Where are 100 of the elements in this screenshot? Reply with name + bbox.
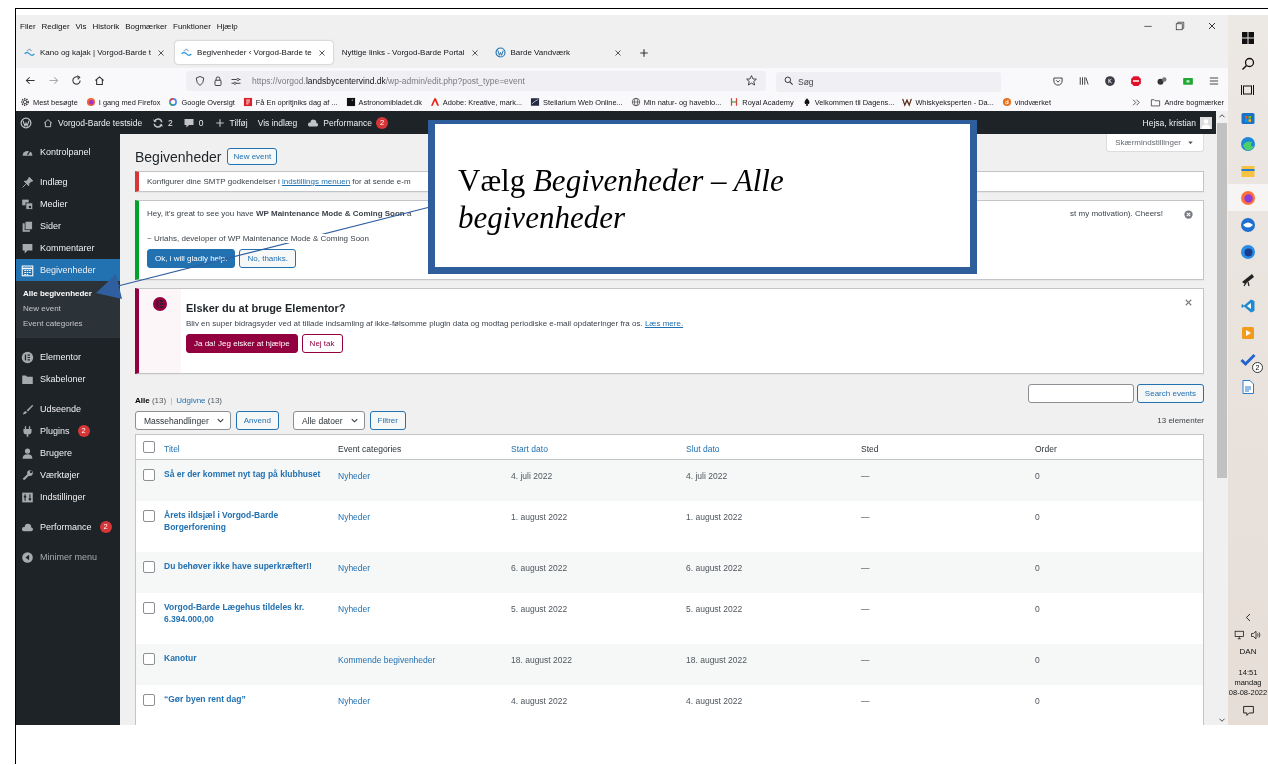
plus-icon[interactable] [637, 46, 650, 59]
menu-item[interactable]: Hjælp [216, 21, 238, 31]
scroll-thumb[interactable] [1217, 123, 1227, 478]
circle-icon[interactable] [1001, 97, 1012, 107]
search-field[interactable]: Søg [776, 71, 1001, 92]
browser-tab[interactable]: Begivenheder ‹ Vorgod-Barde te [175, 41, 333, 64]
gear-icon[interactable] [20, 97, 30, 107]
sidebar-item[interactable]: Elementor [16, 346, 120, 368]
checkbox[interactable] [143, 469, 155, 481]
category-link[interactable]: Nyheder [338, 471, 371, 481]
sidebar-item[interactable]: Udseende [16, 398, 120, 420]
checkbox[interactable] [143, 510, 155, 522]
submenu-item[interactable]: Event categories [21, 316, 85, 331]
menu-item[interactable]: Bogmærker [125, 21, 167, 31]
close-icon[interactable] [612, 47, 623, 58]
checkbox[interactable] [143, 602, 155, 614]
account-link[interactable]: Hejsa, kristian [1142, 117, 1196, 128]
bars-icon[interactable] [729, 97, 740, 107]
filter-link[interactable]: Alle (13) [135, 396, 167, 405]
star-icon[interactable] [745, 74, 758, 87]
plus-icon[interactable] [213, 116, 226, 129]
menu-item[interactable]: Vis [75, 21, 87, 31]
close-icon[interactable] [1206, 20, 1218, 32]
sidebar-item[interactable]: Sider [16, 215, 120, 237]
event-title-link[interactable]: Så er der kommet nyt tag på klubhuset [164, 468, 328, 480]
new-link[interactable]: Tilføj [229, 117, 248, 128]
double-chevron-icon[interactable] [1131, 96, 1143, 108]
avatar-icon[interactable] [1200, 116, 1212, 129]
add-new-button[interactable]: New event [227, 148, 278, 165]
category-link[interactable]: Nyheder [338, 563, 371, 573]
sidebar-item[interactable]: Kommentarer [16, 237, 120, 259]
dropdown[interactable]: Massehandlinger [135, 411, 231, 430]
search-field[interactable] [1027, 384, 1134, 403]
speaker-icon[interactable] [1250, 629, 1262, 641]
checkbox[interactable] [143, 441, 155, 453]
column-header[interactable]: Slut dato [686, 444, 720, 454]
browser-tab[interactable]: Barde Vandværk [488, 41, 629, 64]
notification-icon[interactable] [1241, 704, 1255, 717]
home-icon[interactable] [93, 74, 106, 87]
close-icon[interactable] [156, 47, 167, 58]
category-link[interactable]: Nyheder [338, 512, 371, 522]
menu-item[interactable]: Funktioner [173, 21, 211, 31]
close-icon[interactable] [316, 47, 327, 58]
refresh-icon[interactable] [152, 116, 165, 129]
pocket-icon[interactable] [1052, 74, 1064, 87]
colored-ring-icon[interactable] [168, 97, 179, 107]
square-icon[interactable] [530, 97, 541, 107]
event-title-link[interactable]: Årets ildsjæl i Vorgod-Barde Borgerforening [164, 509, 328, 533]
dismiss-icon[interactable] [1183, 209, 1194, 220]
sidebar-item[interactable]: Medier [16, 193, 120, 215]
scrollbar[interactable] [1216, 111, 1228, 725]
decline-button[interactable]: No, thanks. [239, 249, 296, 268]
speech-bubble-icon[interactable] [182, 116, 195, 129]
sidebar-item[interactable]: Kontrolpanel [16, 141, 120, 163]
zigzag-icon[interactable] [902, 97, 913, 107]
sidebar-item[interactable]: Indstillinger [16, 486, 120, 508]
extension-icon[interactable] [1156, 74, 1168, 87]
menu-item[interactable]: Filer [20, 21, 36, 31]
sidebar-item[interactable]: Skabeloner [16, 368, 120, 390]
column-header[interactable]: Titel [164, 444, 180, 454]
link[interactable]: Læs mere. [644, 319, 684, 328]
sidebar-item[interactable]: Værktøjer [16, 464, 120, 486]
language-indicator[interactable]: DAN [1239, 647, 1257, 656]
close-icon[interactable] [469, 47, 480, 58]
reload-icon[interactable] [70, 74, 83, 87]
menu-item[interactable]: Rediger [41, 21, 70, 31]
dismiss-icon[interactable] [1183, 297, 1194, 308]
stop-sign-icon[interactable] [1130, 74, 1142, 87]
category-link[interactable]: Nyheder [338, 696, 371, 706]
category-link[interactable]: Kommende begivenheder [338, 655, 436, 665]
column-header[interactable]: Start dato [511, 444, 548, 454]
square-icon[interactable] [345, 97, 356, 107]
menu-item[interactable]: Historik [92, 21, 120, 31]
category-link[interactable]: Nyheder [338, 604, 371, 614]
event-title-link[interactable]: “Gør byen rent dag” [164, 693, 328, 705]
logo-icon[interactable] [20, 116, 32, 129]
event-title-link[interactable]: Du behøver ikke have superkræfter!! [164, 560, 328, 572]
event-title-link[interactable]: Kanotur [164, 652, 328, 664]
home-icon[interactable] [42, 116, 54, 129]
accept-button[interactable]: Ja da! Jeg elsker at hjælpe [186, 334, 298, 353]
accept-button[interactable]: Ok, i will gladly help. [147, 249, 236, 268]
decline-button[interactable]: Nej tak [301, 334, 343, 353]
checkbox[interactable] [143, 653, 155, 665]
collapse-menu[interactable]: Minimer menu [16, 546, 120, 568]
folder-icon[interactable] [1150, 96, 1162, 108]
update-count[interactable]: 2 [168, 117, 173, 128]
restore-icon[interactable] [1174, 20, 1186, 32]
filter-button[interactable]: Filtrer [369, 411, 406, 430]
site-link[interactable]: Vorgod-Barde testside [58, 117, 143, 128]
search-button[interactable]: Search events [1136, 384, 1204, 403]
filter-link[interactable]: Udgivne (13) [176, 396, 223, 405]
dropdown[interactable]: Alle datoer [292, 411, 365, 430]
screen-options-button[interactable]: Skærmindstillinger [1106, 134, 1204, 152]
browser-tab[interactable]: Kano og kajak | Vorgod-Barde t [18, 41, 173, 64]
browser-tab[interactable]: Nyttige links - Vorgod-Barde Portal [335, 41, 486, 64]
back-icon[interactable] [24, 74, 37, 87]
view-link[interactable]: Vis indlæg [257, 117, 298, 128]
checkbox[interactable] [143, 561, 155, 573]
performance-link[interactable]: Performance [323, 117, 372, 128]
library-icon[interactable] [1078, 74, 1090, 87]
